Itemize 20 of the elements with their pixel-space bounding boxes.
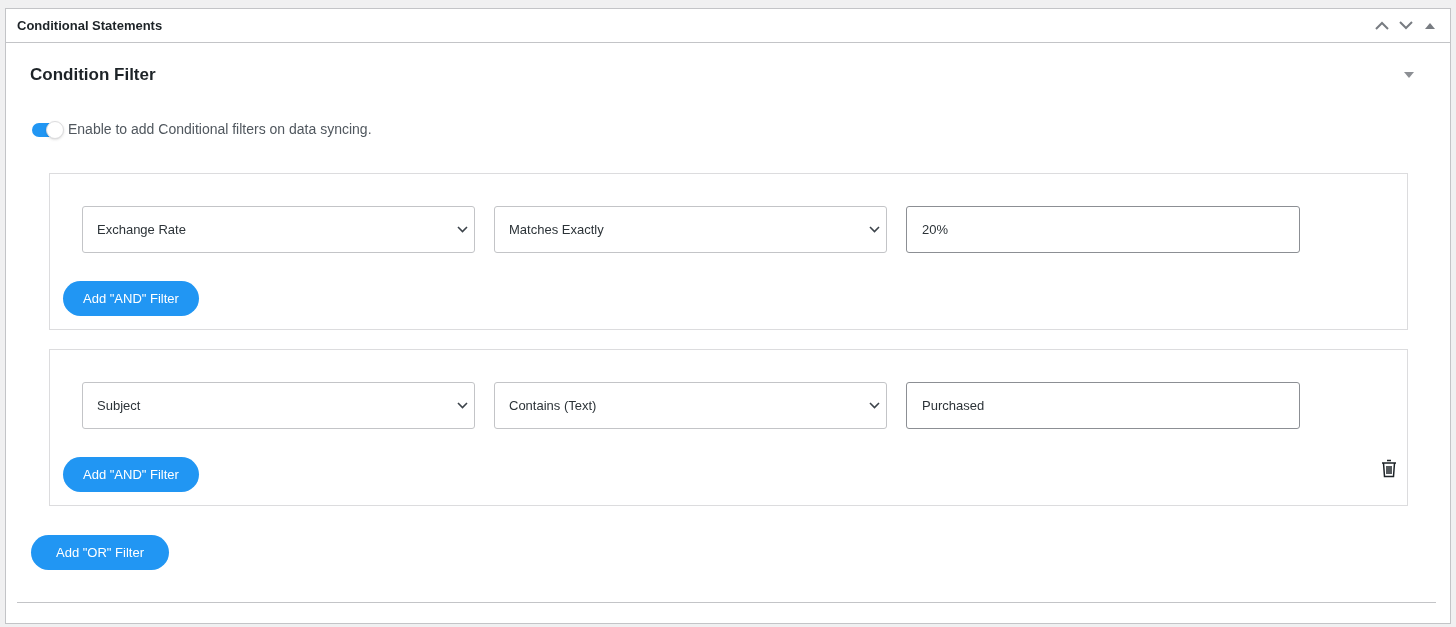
caret-down-icon bbox=[1404, 72, 1414, 78]
chevron-down-icon bbox=[457, 226, 468, 233]
field-select[interactable]: Exchange Rate bbox=[82, 206, 475, 253]
section-title: Condition Filter bbox=[30, 64, 157, 87]
value-input[interactable]: 20% bbox=[906, 206, 1300, 253]
chevron-down-icon bbox=[1399, 21, 1413, 30]
trash-icon bbox=[1381, 458, 1397, 478]
panel-title: Conditional Statements bbox=[17, 16, 164, 35]
operator-select[interactable]: Contains (Text) bbox=[494, 382, 887, 429]
value-input[interactable]: Purchased bbox=[906, 382, 1300, 429]
chevron-up-icon bbox=[1375, 21, 1389, 30]
operator-select[interactable]: Matches Exactly bbox=[494, 206, 887, 253]
triangle-up-icon bbox=[1425, 22, 1435, 29]
toggle-label: Enable to add Conditional filters on data syncing. bbox=[68, 120, 372, 139]
chevron-down-icon bbox=[457, 402, 468, 409]
delete-button[interactable] bbox=[1380, 458, 1398, 478]
chevron-down-icon bbox=[869, 226, 880, 233]
field-select[interactable]: Subject bbox=[82, 382, 475, 429]
chevron-down-icon bbox=[869, 402, 880, 409]
toggle-switch[interactable] bbox=[32, 122, 62, 137]
